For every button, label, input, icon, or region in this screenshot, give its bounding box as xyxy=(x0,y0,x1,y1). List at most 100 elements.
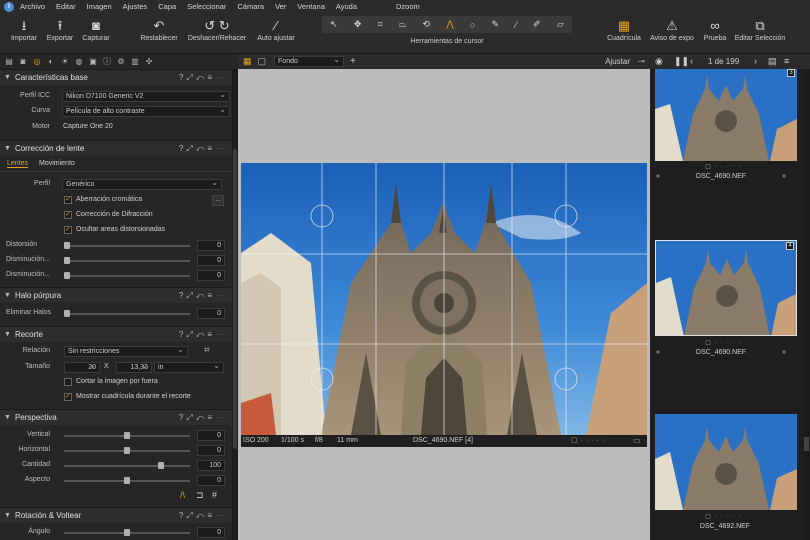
multi-view-icon[interactable]: ▦ xyxy=(243,56,252,67)
previous-icon[interactable]: ‹ xyxy=(690,56,693,66)
amount-slider-handle[interactable] xyxy=(157,462,164,469)
remove-halos-field[interactable]: 0 xyxy=(197,308,225,319)
diffraction-checkbox[interactable]: ✓ xyxy=(64,211,72,219)
curve-select[interactable]: Película de alto contraste xyxy=(62,105,230,117)
scrollbar-thumb[interactable] xyxy=(233,149,237,449)
amount-field[interactable]: 100 xyxy=(197,460,225,471)
rotation-section-header[interactable]: ▼ Rotación & Voltear ?⤢↶≡⋯ xyxy=(0,507,232,523)
menu-window[interactable]: Ventana xyxy=(297,2,325,11)
section-tools-icon[interactable]: ?⤢↶≡⋯ xyxy=(179,413,226,423)
falloff2-field[interactable]: 0 xyxy=(197,270,225,281)
add-icon[interactable]: + xyxy=(350,56,356,67)
thumbnail-3[interactable] xyxy=(655,414,797,510)
menu-view[interactable]: Ver xyxy=(275,2,286,11)
thumbnail-1[interactable]: 3 xyxy=(655,69,797,161)
spot-tool-icon[interactable]: ○ xyxy=(470,20,475,30)
background-select[interactable]: Fondo xyxy=(274,55,345,67)
detail-tab-icon[interactable]: ◍ xyxy=(74,57,84,67)
keystone-tool-icon[interactable]: ⏢ xyxy=(399,19,406,30)
tab-lenses[interactable]: Lentes xyxy=(7,160,29,168)
distortion-field[interactable]: 0 xyxy=(197,240,225,251)
menu-help[interactable]: Ayuda xyxy=(336,2,357,11)
rotate-tool-icon[interactable]: ⟲ xyxy=(422,19,430,30)
angle-field[interactable]: 0 xyxy=(197,527,225,538)
basic-section-header[interactable]: ▼ Características base ?⤢↶≡⋯ xyxy=(0,69,232,85)
aspect-slider-handle[interactable] xyxy=(124,477,130,484)
browser-menu-icon[interactable]: ≡ xyxy=(784,56,789,66)
single-view-icon[interactable]: ▢ xyxy=(258,56,267,67)
remove-halos-slider-handle[interactable] xyxy=(64,310,70,317)
falloff2-slider-handle[interactable] xyxy=(64,272,70,279)
color-tag-icon[interactable]: ▭ xyxy=(633,436,641,445)
browse-button[interactable]: ... xyxy=(212,195,224,206)
capture-button[interactable]: ◙ Capturar xyxy=(80,17,112,42)
library-tab-icon[interactable]: ▤ xyxy=(4,57,14,67)
chromatic-checkbox[interactable]: ✓ xyxy=(64,196,72,204)
menu-layer[interactable]: Capa xyxy=(158,2,176,11)
unit-select[interactable]: in xyxy=(154,361,224,373)
vertical-slider-handle[interactable] xyxy=(124,432,130,439)
perspective-section-header[interactable]: ▼ Perspectiva ?⤢↶≡⋯ xyxy=(0,409,232,425)
fit-label[interactable]: Ajustar xyxy=(605,57,630,66)
falloff2-slider[interactable] xyxy=(64,275,190,277)
color-tab-icon[interactable]: ◐ xyxy=(46,57,56,67)
lens-tool-icon[interactable]: ⋀ xyxy=(446,19,453,30)
width-field[interactable]: 20 xyxy=(64,361,100,373)
menu-adjustments[interactable]: Ajustes xyxy=(123,2,148,11)
show-grid-checkbox[interactable]: ✓ xyxy=(64,393,72,401)
lens-profile-select[interactable]: Genérico xyxy=(62,178,222,190)
distortion-slider[interactable] xyxy=(64,245,190,247)
output-tab-icon[interactable]: ▥ xyxy=(130,57,140,67)
menu-file[interactable]: Archivo xyxy=(20,2,45,11)
keystone-horizontal-icon[interactable]: ⊐ xyxy=(196,490,204,501)
rating-icon[interactable]: ▢····· xyxy=(571,436,607,444)
browser-view-icon[interactable]: ▤ xyxy=(768,56,777,67)
batch-tab-icon[interactable]: ⚙ xyxy=(116,57,126,67)
browser-scrollbar[interactable] xyxy=(803,69,810,540)
metadata-tab-icon[interactable]: ⓘ xyxy=(102,57,112,67)
picker-tool-icon[interactable]: ⁄ xyxy=(515,20,517,30)
ratio-select[interactable]: Sin restricciones xyxy=(64,345,188,357)
section-tools-icon[interactable]: ?⤢↶≡⋯ xyxy=(179,73,226,83)
image-viewer[interactable]: ISO 200 1/100 s f/8 11 mm DSC_4690.NEF [… xyxy=(238,69,650,540)
aspect-field[interactable]: 0 xyxy=(197,475,225,486)
section-tools-icon[interactable]: ?⤢↶≡⋯ xyxy=(179,330,226,340)
scrollbar-thumb[interactable] xyxy=(804,437,809,451)
lens-tab-icon[interactable]: ◎ xyxy=(32,57,42,67)
menu-camera[interactable]: Cámara xyxy=(237,2,264,11)
section-tools-icon[interactable]: ?⤢↶≡⋯ xyxy=(179,291,226,301)
annotate-tool-icon[interactable]: ✐ xyxy=(533,19,541,30)
hide-distorted-checkbox[interactable]: ✓ xyxy=(64,226,72,234)
proof-button[interactable]: ∞ Prueba xyxy=(700,17,730,42)
crop-tool-icon[interactable]: ⌗ xyxy=(204,345,210,356)
crop-section-header[interactable]: ▼ Recorte ?⤢↶≡⋯ xyxy=(0,326,232,342)
lens-section-header[interactable]: ▼ Corrección de lente ?⤢↶≡⋯ xyxy=(0,140,232,156)
keystone-full-icon[interactable]: # xyxy=(212,490,217,500)
edit-selection-button[interactable]: ⧉ Editar Selección xyxy=(731,17,789,42)
horizontal-field[interactable]: 0 xyxy=(197,445,225,456)
capture-tab-icon[interactable]: ◙ xyxy=(18,57,28,67)
crop-outside-checkbox[interactable] xyxy=(64,378,72,386)
exposure-warning-button[interactable]: ⚠ Aviso de expo xyxy=(646,17,698,42)
main-photo[interactable] xyxy=(241,163,647,435)
menu-image[interactable]: Imagen xyxy=(87,2,112,11)
grid-button[interactable]: ▦ Cuadrícula xyxy=(604,17,644,42)
angle-slider-handle[interactable] xyxy=(124,529,130,536)
auto-adjust-button[interactable]: ⁄ Auto ajustar xyxy=(254,17,298,42)
menu-select[interactable]: Seleccionar xyxy=(187,2,226,11)
menu-edit[interactable]: Editar xyxy=(56,2,76,11)
keystone-vertical-icon[interactable]: /\ xyxy=(180,490,185,500)
exposure-tab-icon[interactable]: ☀ xyxy=(60,57,70,67)
icc-profile-select[interactable]: Nikon D7100 Generic V2 xyxy=(62,90,230,102)
distortion-slider-handle[interactable] xyxy=(64,242,70,249)
pointer-tool-icon[interactable]: ↖ xyxy=(330,19,338,30)
undo-redo-button[interactable]: ↺ ↻ Deshacer/Rehacer xyxy=(185,17,249,42)
remove-halos-slider[interactable] xyxy=(64,313,190,315)
reset-button[interactable]: ↶ Restablecer xyxy=(138,17,180,42)
section-tools-icon[interactable]: ?⤢↶≡⋯ xyxy=(179,511,226,521)
falloff1-field[interactable]: 0 xyxy=(197,255,225,266)
height-field[interactable]: 13,33 xyxy=(116,361,152,373)
export-button[interactable]: ⭱ Exportar xyxy=(44,17,76,42)
horizontal-slider-handle[interactable] xyxy=(124,447,130,454)
adjust-tab-icon[interactable]: ▣ xyxy=(88,57,98,67)
